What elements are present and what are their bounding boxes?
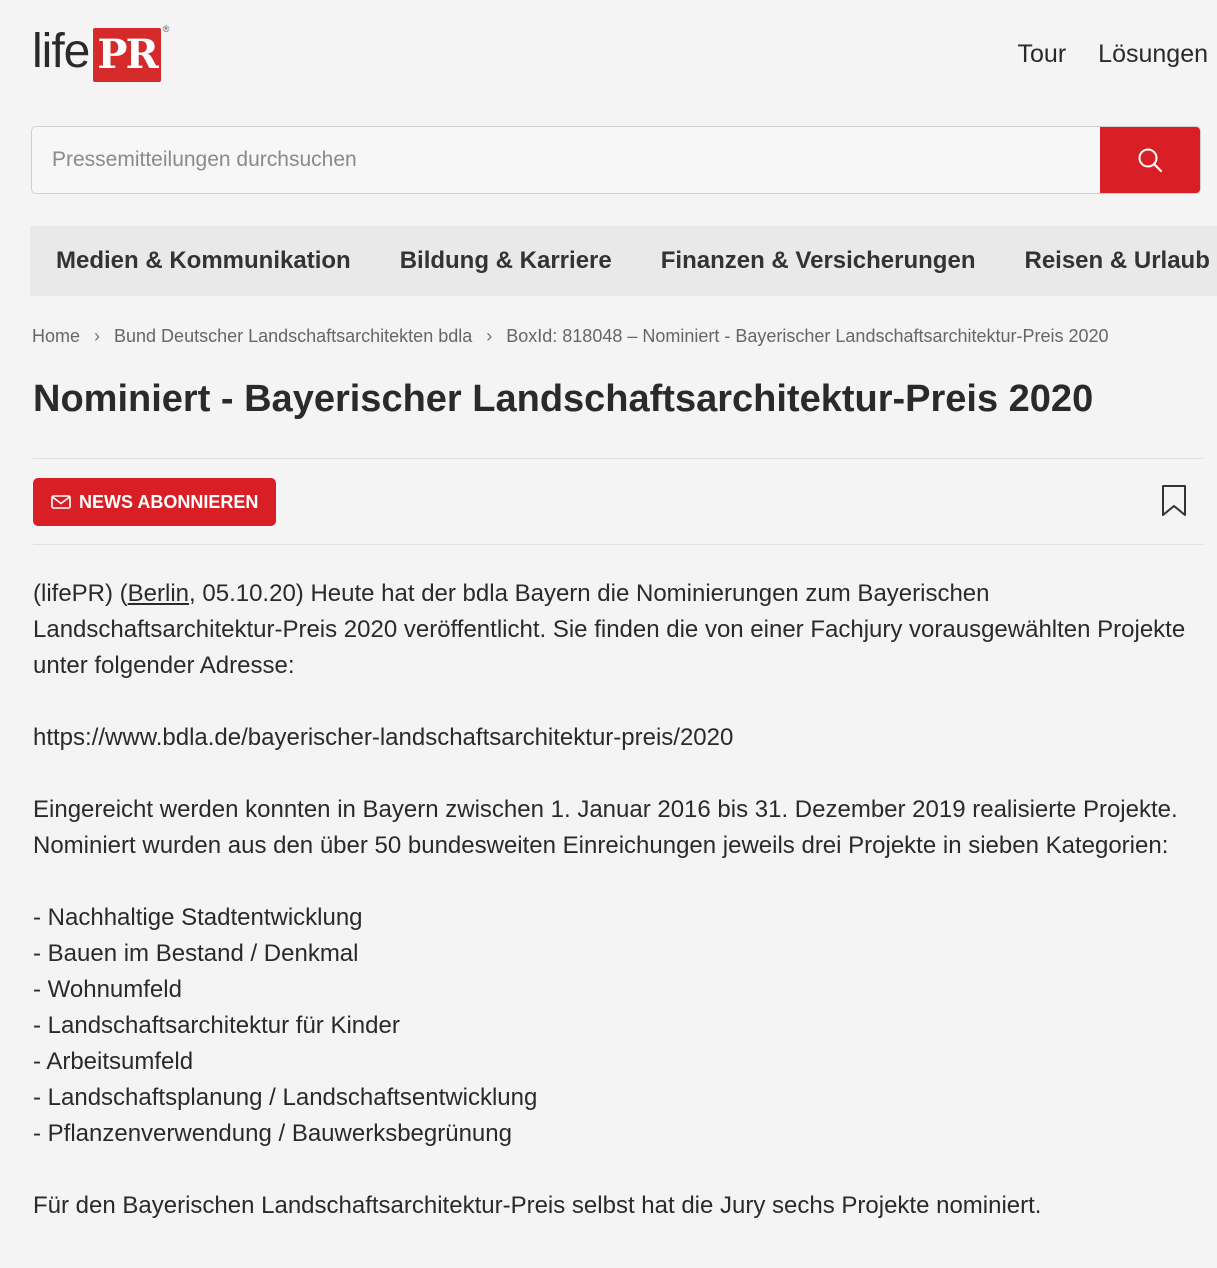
list-item: - Pflanzenverwendung / Bauwerksbegrünung [33,1120,512,1147]
top-nav: Tour Lösungen [1018,40,1208,69]
logo-registered-mark: ® [162,24,170,34]
logo-pr-mark: PR [93,28,161,82]
nav-tour-link[interactable]: Tour [1018,40,1067,69]
breadcrumb: Home › Bund Deutscher Landschaftsarchite… [32,326,1109,347]
chevron-right-icon: › [486,326,493,346]
category-medien-kommunikation[interactable]: Medien & Kommunikation [56,247,351,275]
breadcrumb-company[interactable]: Bund Deutscher Landschaftsarchitekten bd… [114,326,472,347]
divider [33,544,1203,545]
submission-paragraph: Eingereicht werden konnten in Bayern zwi… [33,796,1178,859]
location-link[interactable]: Berlin [128,580,189,607]
search-icon [1138,148,1163,173]
intro-text: , 05.10.20) Heute hat der bdla Bayern di… [33,580,1186,679]
page: life PR ® Tour Lösungen Medien & Kommuni… [0,0,1217,1268]
divider [33,458,1203,459]
list-item: - Landschaftsarchitektur für Kinder [33,1012,400,1039]
category-bar: Medien & Kommunikation Bildung & Karrier… [30,226,1217,296]
url-paragraph: https://www.bdla.de/bayerischer-landscha… [33,724,734,751]
breadcrumb-home[interactable]: Home [32,326,80,347]
breadcrumb-current: BoxId: 818048 – Nominiert - Bayerischer … [506,326,1109,346]
list-item: - Wohnumfeld [33,976,182,1003]
page-title: Nominiert - Bayerischer Landschaftsarchi… [33,378,1094,420]
closing-paragraph: Für den Bayerischen Landschaftsarchitekt… [33,1192,1042,1219]
article-body: (lifePR) (Berlin, 05.10.20) Heute hat de… [33,576,1193,1260]
category-bildung-karriere[interactable]: Bildung & Karriere [400,247,612,275]
intro-paragraph: (lifePR) (Berlin, 05.10.20) Heute hat de… [33,576,1193,684]
list-item: - Nachhaltige Stadtentwicklung [33,904,363,931]
search-bar [31,126,1201,194]
list-item: - Bauen im Bestand / Denkmal [33,940,359,967]
nav-loesungen-link[interactable]: Lösungen [1098,40,1208,69]
logo-life-text: life [32,25,90,78]
intro-prefix: (lifePR) ( [33,580,128,607]
search-input[interactable] [32,127,1100,193]
bookmark-icon[interactable] [1160,484,1188,518]
category-finanzen-versicherungen[interactable]: Finanzen & Versicherungen [661,247,976,275]
category-list: - Nachhaltige Stadtentwicklung - Bauen i… [33,900,1193,1152]
news-subscribe-button[interactable]: NEWS ABONNIEREN [33,478,277,526]
envelope-icon [51,495,71,509]
category-reisen-urlaub[interactable]: Reisen & Urlaub [1024,247,1209,275]
list-item: - Arbeitsumfeld [33,1048,194,1075]
lifepr-logo[interactable]: life PR ® [32,24,169,82]
search-button[interactable] [1100,127,1200,193]
subscribe-label: NEWS ABONNIEREN [79,491,259,512]
list-item: - Landschaftsplanung / Landschaftsentwic… [33,1084,538,1111]
chevron-right-icon: › [94,326,101,346]
